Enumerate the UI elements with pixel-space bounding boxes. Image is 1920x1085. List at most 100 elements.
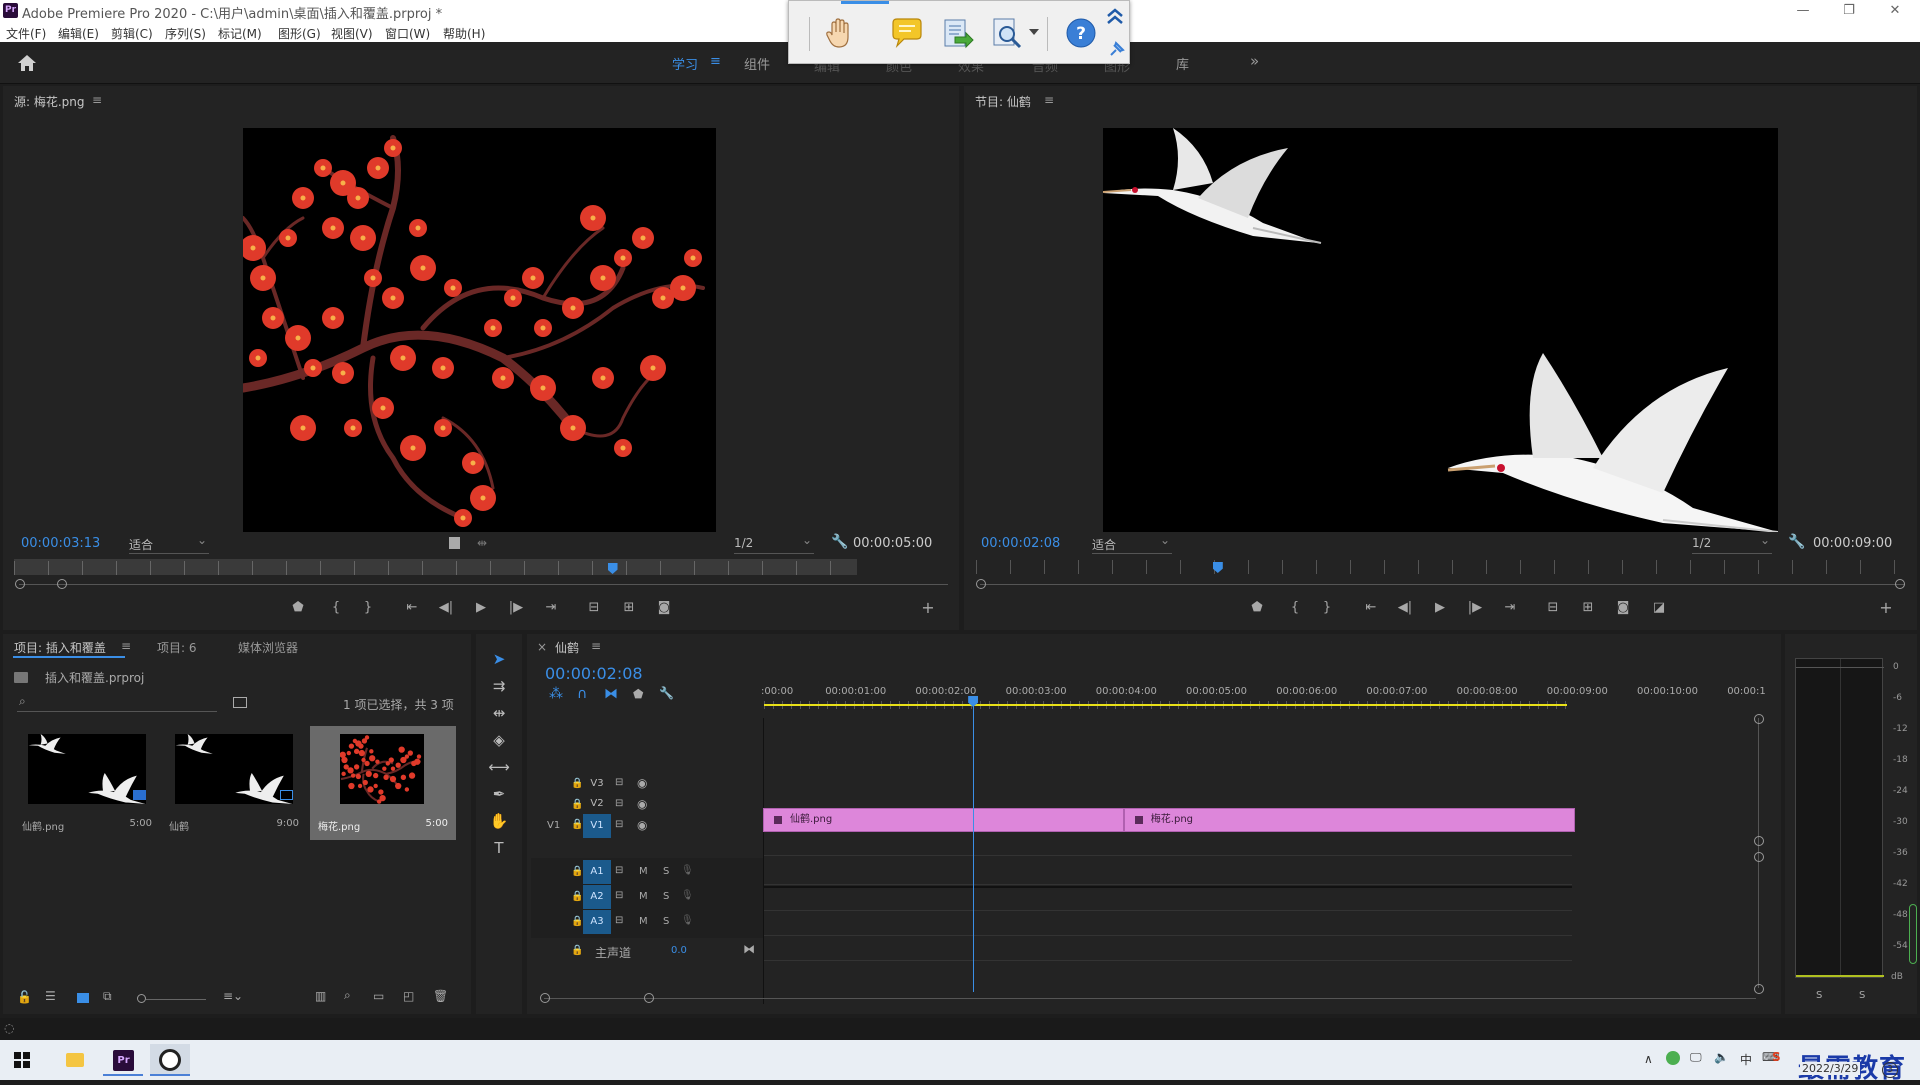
track-target-v1[interactable]: V1	[583, 814, 611, 838]
project-tab-2[interactable]: 项目: 6	[157, 639, 197, 656]
go-to-in-icon[interactable]: ⇤	[403, 600, 421, 615]
source-fit-dropdown[interactable]: 适合	[129, 533, 209, 554]
search-zoom-icon[interactable]	[989, 15, 1025, 51]
workspace-tab-assembly[interactable]: 组件	[744, 54, 770, 73]
program-add-marker-icon[interactable]: ⬟	[1248, 600, 1266, 615]
program-mark-in-icon[interactable]: {	[1286, 600, 1304, 615]
slip-tool-icon[interactable]: ⟷	[488, 756, 510, 778]
sync-lock-icon[interactable]: ⊟	[615, 865, 623, 876]
workspace-tab-learn[interactable]: 学习	[672, 54, 698, 73]
track-lock-icon[interactable]: 🔒	[571, 891, 583, 902]
freeform-view-icon[interactable]: ⧉	[103, 989, 112, 1004]
button-editor-icon[interactable]: +	[919, 598, 937, 617]
menu-graphics[interactable]: 图形(G)	[278, 25, 321, 42]
timeline-sequence-tab[interactable]: 仙鹤	[555, 639, 579, 656]
program-monitor-title[interactable]: 节目: 仙鹤	[975, 93, 1031, 110]
play-icon[interactable]: ▶	[472, 600, 490, 615]
sync-lock-icon[interactable]: ⊟	[615, 890, 623, 901]
eye-icon[interactable]: ◉	[637, 776, 647, 790]
mic-icon[interactable]: 🎙	[681, 865, 694, 876]
program-time-ruler[interactable]	[976, 560, 1906, 574]
mute-button-a1[interactable]: M	[639, 866, 648, 877]
track-lock-icon[interactable]: 🔒	[571, 799, 583, 810]
find-icon[interactable]: ⌕	[344, 988, 351, 1003]
timeline-menu-icon[interactable]: ≡	[591, 639, 601, 653]
timeline-timecode[interactable]: 00:00:02:08	[545, 664, 643, 683]
project-item-crane-sequence[interactable]: 仙鹤 9:00	[161, 726, 307, 840]
program-zoom-start-handle[interactable]	[976, 579, 986, 589]
source-zoom-start-handle[interactable]	[15, 579, 25, 589]
program-panel-menu-icon[interactable]: ≡	[1044, 93, 1054, 107]
settings-small-icon[interactable]	[449, 537, 460, 549]
program-play-icon[interactable]: ▶	[1431, 600, 1449, 615]
wrench-icon[interactable]: 🔧	[831, 534, 848, 550]
insert-icon[interactable]: ⇹	[477, 536, 487, 550]
tray-app-icon[interactable]	[1666, 1051, 1680, 1065]
panda-app-icon[interactable]	[150, 1044, 190, 1076]
program-step-back-icon[interactable]: ◀︎|	[1396, 600, 1414, 615]
source-monitor-title[interactable]: 源: 梅花.png	[14, 93, 85, 110]
zoom-slider-track[interactable]	[146, 999, 206, 1000]
new-bin-icon[interactable]: ▭	[373, 989, 384, 1003]
timeline-track-area[interactable]	[763, 718, 1572, 1004]
track-lock-icon[interactable]: 🔒	[571, 778, 583, 789]
timeline-marker-icon[interactable]: ⬟	[633, 687, 643, 701]
ripple-edit-tool-icon[interactable]: ⇹	[488, 702, 510, 724]
solo-button-a1[interactable]: S	[663, 866, 669, 877]
project-menu-icon[interactable]: ≡	[121, 639, 131, 653]
solo-button-a2[interactable]: S	[663, 891, 669, 902]
extract-icon[interactable]: ⊞	[1579, 600, 1597, 615]
source-panel-menu-icon[interactable]: ≡	[92, 93, 102, 107]
volume-icon[interactable]: 🔈	[1714, 1050, 1729, 1064]
sort-icon[interactable]: ≡⌄	[223, 989, 243, 1003]
source-zoom-end-handle[interactable]	[57, 579, 67, 589]
hscroll-handle-right[interactable]	[644, 993, 654, 1003]
project-search-input[interactable]: ⌕	[17, 694, 217, 712]
program-wrench-icon[interactable]: 🔧	[1788, 534, 1805, 550]
source-timecode[interactable]: 00:00:03:13	[21, 536, 100, 551]
program-export-frame-icon[interactable]: ◙	[1614, 600, 1632, 615]
meter-scroll-handle[interactable]	[1909, 904, 1917, 964]
vscroll-handle-bottom[interactable]	[1754, 984, 1764, 994]
sogou-icon[interactable]: S	[1772, 1050, 1781, 1064]
lift-icon[interactable]: ⊟	[1544, 600, 1562, 615]
lock-icon[interactable]: 🔓	[17, 990, 32, 1004]
timeline-settings-icon[interactable]: 🔧	[659, 686, 674, 700]
menu-clip[interactable]: 剪辑(C)	[111, 25, 153, 42]
program-go-to-in-icon[interactable]: ⇤	[1362, 600, 1380, 615]
master-volume-value[interactable]: 0.0	[671, 945, 687, 956]
track-lock-icon[interactable]: 🔒	[571, 945, 583, 956]
source-patch-v1[interactable]: V1	[547, 820, 560, 831]
nest-toggle-icon[interactable]: ⁂	[549, 686, 563, 702]
program-zoom-end-handle[interactable]	[1895, 579, 1905, 589]
add-marker-icon[interactable]: ⬟	[289, 600, 307, 615]
step-forward-icon[interactable]: |▶	[507, 600, 525, 615]
export-frame-icon[interactable]: ◙	[655, 600, 673, 615]
menu-file[interactable]: 文件(F)	[6, 25, 46, 42]
hand-tool-icon[interactable]: ✋	[488, 810, 510, 832]
solo-right-button[interactable]: S	[1859, 990, 1865, 1001]
insert-button-icon[interactable]: ⊟	[585, 600, 603, 615]
eye-icon[interactable]: ◉	[637, 818, 647, 832]
mute-button-a3[interactable]: M	[639, 916, 648, 927]
timeline-clip[interactable]: 梅花.png	[1123, 808, 1575, 832]
track-lock-icon[interactable]: 🔒	[571, 819, 583, 830]
snap-icon[interactable]: ∩	[577, 686, 587, 702]
track-select-tool-icon[interactable]: ⇉	[488, 675, 510, 697]
solo-left-button[interactable]: S	[1816, 990, 1822, 1001]
hscroll-handle-left[interactable]	[540, 993, 550, 1003]
compare-view-icon[interactable]: ◪	[1650, 600, 1668, 615]
premiere-taskbar-icon[interactable]: Pr	[103, 1044, 143, 1076]
type-tool-icon[interactable]: T	[488, 837, 510, 859]
overwrite-button-icon[interactable]: ⊞	[620, 600, 638, 615]
go-to-out-icon[interactable]: ⇥	[542, 600, 560, 615]
menu-window[interactable]: 窗口(W)	[385, 25, 430, 42]
windows-start-icon[interactable]	[14, 1052, 30, 1068]
workspace-tab-libraries[interactable]: 库	[1176, 54, 1189, 73]
sync-lock-icon[interactable]: ⊟	[615, 915, 623, 926]
hand-icon[interactable]	[821, 15, 857, 51]
timeline-close-icon[interactable]: ×	[537, 640, 547, 654]
pen-tool-icon[interactable]: ✒	[488, 783, 510, 805]
solo-button-a3[interactable]: S	[663, 916, 669, 927]
mic-icon[interactable]: 🎙	[681, 890, 694, 901]
